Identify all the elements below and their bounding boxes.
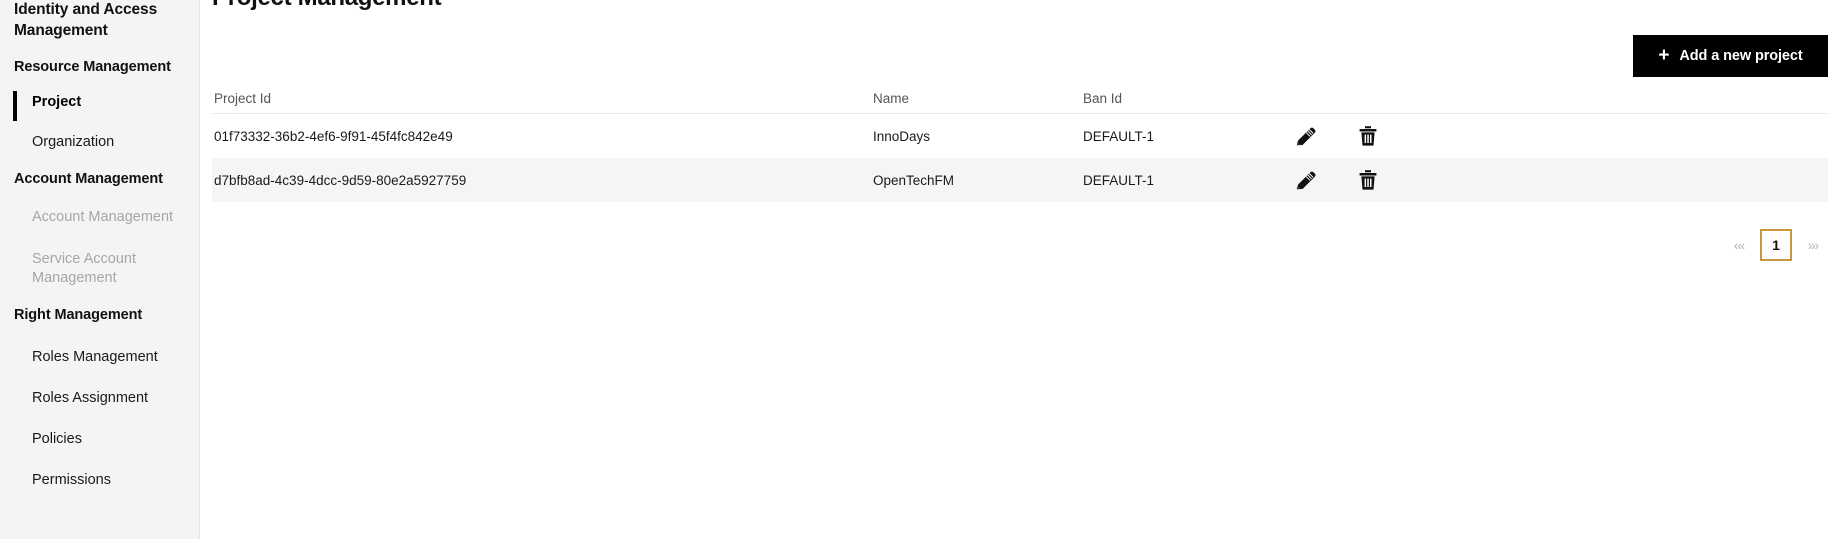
cell-ban-id: DEFAULT-1 (1083, 128, 1155, 144)
iam-console: Identity and Access Management Resource … (0, 0, 1837, 539)
cell-edit (1275, 123, 1337, 149)
pagination-last-button[interactable]: »› (1798, 228, 1828, 262)
sidebar-item-permissions[interactable]: Permissions (0, 471, 199, 490)
sidebar-section-account-management: Account Management (14, 171, 163, 188)
table-header-row: Project Id Name Ban Id (212, 84, 1828, 114)
plus-icon: + (1658, 44, 1670, 66)
active-indicator-bar (13, 91, 17, 122)
sidebar-item-roles-management[interactable]: Roles Management (0, 348, 199, 367)
add-a-new-project-button[interactable]: + Add a new project (1633, 35, 1828, 77)
sidebar-section-right-management: Right Management (14, 306, 143, 323)
cell-project-id: d7bfb8ad-4c39-4dcc-9d59-80e2a5927759 (214, 172, 467, 188)
table-row[interactable]: d7bfb8ad-4c39-4dcc-9d59-80e2a5927759 Ope… (212, 158, 1828, 202)
page-title: Project Management (212, 0, 442, 12)
edit-project-button[interactable] (1293, 123, 1319, 149)
sidebar-item-organization[interactable]: Organization (0, 133, 199, 152)
edit-project-button[interactable] (1293, 167, 1319, 193)
sidebar-title: Identity and Access Management (14, 1, 158, 39)
sidebar-item-service-account-management[interactable]: Service Account Management (0, 250, 199, 288)
column-header-ban-id: Ban Id (1083, 91, 1123, 106)
pagination-first-button[interactable]: ‹« (1724, 228, 1754, 262)
sidebar-item-roles-assignment[interactable]: Roles Assignment (0, 389, 199, 408)
sidebar-item-label: Account Management (32, 209, 174, 226)
cell-edit (1275, 167, 1337, 193)
cell-delete (1337, 124, 1399, 148)
delete-project-button[interactable] (1356, 124, 1380, 148)
sidebar-item-policies[interactable]: Policies (0, 430, 199, 449)
sidebar-item-label: Organization (32, 134, 115, 151)
pagination: ‹« 1 »› (1724, 228, 1828, 262)
pencil-icon (1296, 171, 1316, 190)
trash-icon (1359, 126, 1377, 146)
cell-project-id: 01f73332-36b2-4ef6-9f91-45f4fc842e49 (214, 128, 453, 144)
cell-ban-id: DEFAULT-1 (1083, 172, 1155, 188)
sidebar-item-label: Project (32, 94, 82, 111)
sidebar: Identity and Access Management Resource … (0, 0, 200, 539)
sidebar-item-label: Policies (32, 431, 82, 448)
sidebar-item-label: Service Account Management (32, 250, 136, 286)
add-button-label: Add a new project (1679, 48, 1803, 64)
sidebar-item-account-management[interactable]: Account Management (0, 208, 199, 227)
cell-delete (1337, 168, 1399, 192)
sidebar-section-resource-management: Resource Management (14, 59, 171, 76)
cell-name: InnoDays (873, 128, 931, 144)
delete-project-button[interactable] (1356, 168, 1380, 192)
column-header-name: Name (873, 91, 910, 106)
pencil-icon (1296, 127, 1316, 146)
cell-name: OpenTechFM (873, 172, 955, 188)
sidebar-item-label: Roles Management (32, 348, 158, 365)
sidebar-item-label: Permissions (32, 472, 111, 489)
trash-icon (1359, 170, 1377, 190)
pagination-page-1-button[interactable]: 1 (1760, 229, 1792, 261)
column-header-project-id: Project Id (214, 91, 272, 106)
main-content: Project Management + Add a new project P… (200, 0, 1837, 539)
sidebar-item-label: Roles Assignment (32, 389, 149, 406)
table-row[interactable]: 01f73332-36b2-4ef6-9f91-45f4fc842e49 Inn… (212, 114, 1828, 158)
projects-table: Project Id Name Ban Id 01f73332-36b2-4ef… (212, 84, 1828, 202)
sidebar-item-project[interactable]: Project (0, 91, 199, 122)
